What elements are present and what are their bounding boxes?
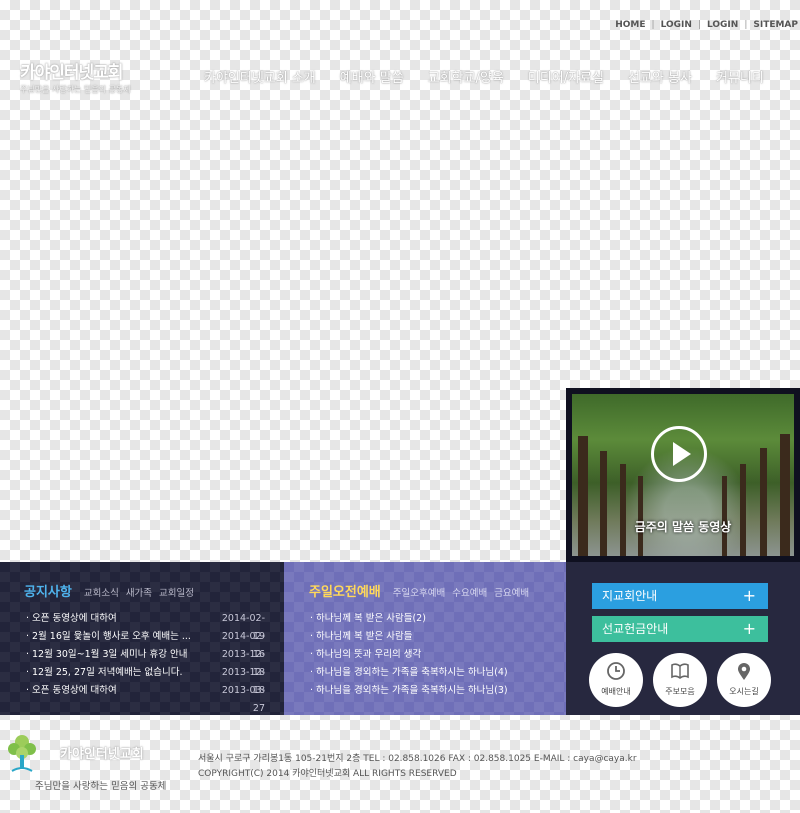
nav-item-mission[interactable]: 선교와 봉사 [628,67,692,86]
logo-title: 카야인터넷교회 [20,63,123,83]
nav-item-worship[interactable]: 예배와 말씀 [340,67,404,86]
nav-divider: | [744,20,748,30]
tree-logo-icon [8,735,36,772]
main-nav: 카야인터넷교회 소개 예배와 말씀 교회학교/양육 미디어/자료실 선교와 봉사… [204,67,764,86]
footer: 카야인터넷교회 주님만을 사랑하는 믿음의 공동체 서울시 구로구 가리봉1동 … [0,715,800,813]
tab-church-news[interactable]: 교회소식 [84,585,119,599]
home-link[interactable]: HOME [615,20,645,30]
bulletin-button[interactable]: 주보모음 [653,653,707,707]
list-item[interactable]: · 오픈 동영상에 대하여 2014-02-19 [26,610,265,642]
mission-offering-button[interactable]: 선교헌금안내 + [592,616,768,642]
nav-item-education[interactable]: 교회학교/양육 [428,67,504,86]
tab-wednesday[interactable]: 수요예배 [452,585,487,599]
sermon-tabs: 주일오전예배 주일오후예배 수요예배 금요예배 [309,581,536,600]
directions-button[interactable]: 오시는길 [717,653,771,707]
tree-trunk [760,448,767,556]
weekly-sermon-video: 금주의 말씀 동영상 [566,388,800,562]
tree-trunk [638,476,643,556]
list-item[interactable]: · 하나님을 경외하는 가족을 축복하시는 하나님(3) [310,682,556,700]
list-item[interactable]: · 12월 30일~1월 3일 세미나 휴강 안내 2013-12-18 [26,646,265,678]
list-item[interactable]: · 하나님을 경외하는 가족을 축복하시는 하나님(4) [310,664,556,682]
plus-icon: + [742,619,756,638]
map-pin-icon [738,663,750,680]
tree-trunk [722,476,727,556]
button-label: 선교헌금안내 [602,622,669,636]
nav-item-community[interactable]: 커뮤니티 [716,67,764,86]
login-link[interactable]: LOGIN [661,20,692,30]
tree-trunk [600,451,607,556]
list-item[interactable]: · 하나님께 복 받은 사람들(2) [310,610,556,628]
tree-trunk [740,464,746,556]
list-item[interactable]: · 오픈 동영상에 대하여 2013-03-27 [26,682,265,714]
tree-trunk [620,464,626,556]
list-item[interactable]: · 하나님께 복 받은 사람들 [310,628,556,646]
video-caption: 금주의 말씀 동영상 [634,520,732,534]
button-label: 예배안내 [601,687,631,696]
notice-tabs: 공지사항 교회소식 새가족 교회일정 [24,581,201,600]
button-label: 지교회안내 [602,589,658,603]
footer-church-name: 카야인터넷교회 [60,747,144,762]
tab-schedule[interactable]: 교회일정 [159,585,194,599]
tab-sunday-morning[interactable]: 주일오전예배 [309,581,381,600]
quick-links-panel: 지교회안내 + 선교헌금안내 + 예배안내 주보모음 오시는길 [566,562,800,715]
notice-panel: 공지사항 교회소식 새가족 교회일정 · 오픈 동영상에 대하여 2014-02-1… [0,562,284,715]
footer-address: 서울시 구로구 가리봉1동 105-21번지 2층 TEL : 02.858.1… [198,754,637,764]
footer-copyright: COPYRIGHT(C) 2014 카야인터넷교회 ALL RIGHTS RES… [198,769,457,779]
plus-icon: + [742,586,756,605]
list-item[interactable]: · 12월 25, 27일 저녁예배는 없습니다. 2013-12-18 [26,664,265,696]
footer-slogan: 주님만을 사랑하는 믿음의 공동체 [35,781,167,792]
nav-item-about[interactable]: 카야인터넷교회 소개 [204,67,316,86]
list-item[interactable]: · 하나님의 뜻과 우리의 생각 [310,646,556,664]
logo-subtitle: 주님만을 사랑하는 믿음의 공동체 [20,85,131,94]
tab-friday[interactable]: 금요예배 [494,585,529,599]
utility-nav: HOME | LOGIN | LOGIN | SITEMAP [615,20,798,30]
video-thumbnail: 금주의 말씀 동영상 [572,394,794,556]
tab-sunday-afternoon[interactable]: 주일오후예배 [393,585,445,599]
sitemap-link[interactable]: SITEMAP [753,20,798,30]
nav-divider: | [697,20,701,30]
button-label: 주보모음 [665,687,695,696]
branch-church-button[interactable]: 지교회안내 + [592,583,768,609]
tab-new-family[interactable]: 새가족 [126,585,152,599]
clock-icon [607,662,625,680]
tab-notice[interactable]: 공지사항 [24,581,72,600]
button-label: 오시는길 [729,687,759,696]
sermon-list: · 하나님께 복 받은 사람들(2) · 하나님께 복 받은 사람들 · 하나님의 뜻… [310,610,556,700]
site-logo[interactable]: 카야인터넷교회 주님만을 사랑하는 믿음의 공동체 [20,58,131,95]
notice-list: · 오픈 동영상에 대하여 2014-02-19 · 2월 16일 윷놀이 행사로 오… [26,610,265,714]
play-icon[interactable] [651,426,707,482]
list-item[interactable]: · 2월 16일 윷놀이 행사로 오후 예배는 ... 2014-02-16 [26,628,265,660]
tree-trunk [578,436,588,556]
tree-trunk [780,434,790,556]
worship-guide-button[interactable]: 예배안내 [589,653,643,707]
sermon-panel: 주일오전예배 주일오후예배 수요예배 금요예배 · 하나님께 복 받은 사람들(2… [284,562,566,715]
footer-info: 서울시 구로구 가리봉1동 105-21번지 2층 TEL : 02.858.1… [198,752,637,782]
nav-divider: | [651,20,655,30]
login-link-2[interactable]: LOGIN [707,20,738,30]
nav-item-media[interactable]: 미디어/자료실 [528,67,604,86]
book-icon [671,663,689,679]
